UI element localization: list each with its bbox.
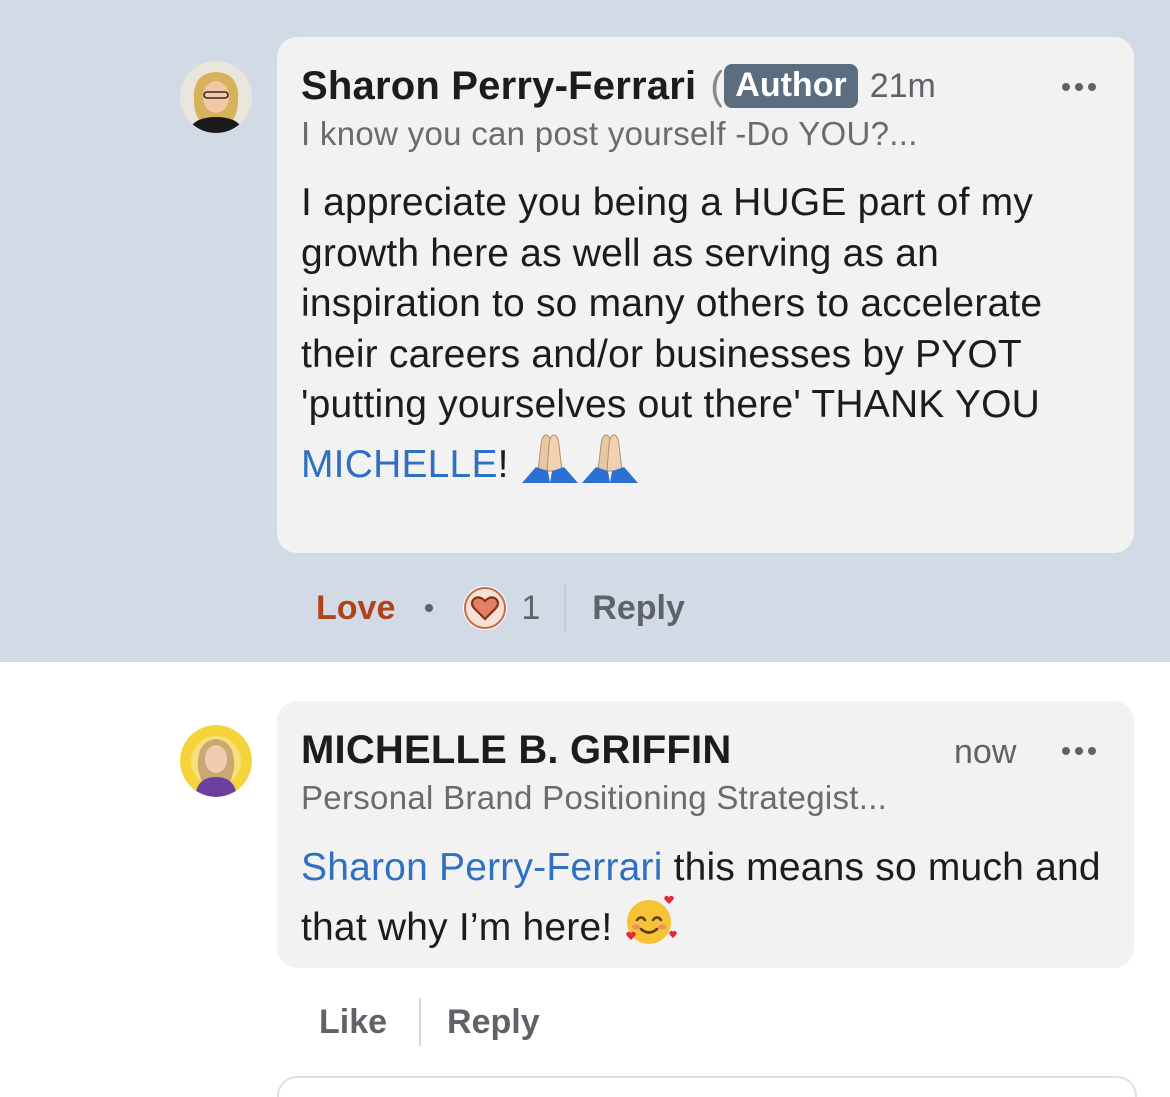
- comment-actions: Love 1 Reply: [316, 584, 685, 632]
- comment-bubble: MICHELLE B. GRIFFIN now Personal Brand P…: [277, 701, 1134, 968]
- comments-thread: Sharon Perry-Ferrari (S Author 21m I kno…: [0, 0, 1170, 1097]
- like-button[interactable]: Like: [319, 1003, 387, 1042]
- love-reaction-icon[interactable]: [463, 586, 508, 630]
- divider: [564, 584, 567, 632]
- author-headline: Personal Brand Positioning Strategist...: [301, 779, 888, 816]
- comment-text: I appreciate you being a HUGE part of my…: [301, 178, 1111, 496]
- reaction-count[interactable]: 1: [521, 589, 540, 628]
- author-name[interactable]: Sharon Perry-Ferrari: [301, 64, 696, 109]
- mention-link[interactable]: MICHELLE: [301, 443, 498, 486]
- comment-text: Sharon Perry-Ferrari this means so much …: [301, 843, 1111, 959]
- divider: [419, 998, 422, 1046]
- author-photo: [180, 725, 252, 797]
- comment-body-end: !: [497, 442, 509, 486]
- author-pronouns-truncated: (S: [710, 63, 723, 108]
- avatar[interactable]: [180, 725, 252, 797]
- author-photo: [180, 61, 252, 133]
- comment-body: I appreciate you being a HUGE part of my…: [301, 181, 1043, 426]
- more-options-icon[interactable]: [1062, 741, 1096, 761]
- comment-header: Sharon Perry-Ferrari (S Author 21m: [301, 61, 1110, 111]
- comment-bubble: Sharon Perry-Ferrari (S Author 21m I kno…: [277, 37, 1134, 553]
- reply-button[interactable]: Reply: [592, 589, 685, 628]
- avatar[interactable]: [180, 61, 252, 133]
- comment-timestamp: now: [954, 733, 1017, 771]
- more-options-icon[interactable]: [1062, 77, 1096, 97]
- next-comment-bubble: [277, 1076, 1137, 1097]
- author-badge: Author: [724, 64, 858, 108]
- separator-dot: [425, 604, 434, 612]
- smiling-face-with-hearts-icon: [623, 894, 679, 960]
- reply-button[interactable]: Reply: [447, 1003, 540, 1042]
- comment-timestamp: 21m: [869, 66, 936, 105]
- mention-link[interactable]: Sharon Perry-Ferrari: [301, 846, 663, 889]
- love-reaction-button[interactable]: Love: [316, 589, 395, 628]
- comment-actions: Like Reply: [319, 998, 540, 1046]
- highlighted-comment: Sharon Perry-Ferrari (S Author 21m I kno…: [0, 0, 1170, 662]
- author-name[interactable]: MICHELLE B. GRIFFIN: [301, 728, 731, 773]
- folded-hands-icon: [520, 431, 640, 497]
- author-headline: I know you can post yourself -Do YOU?...: [301, 115, 918, 152]
